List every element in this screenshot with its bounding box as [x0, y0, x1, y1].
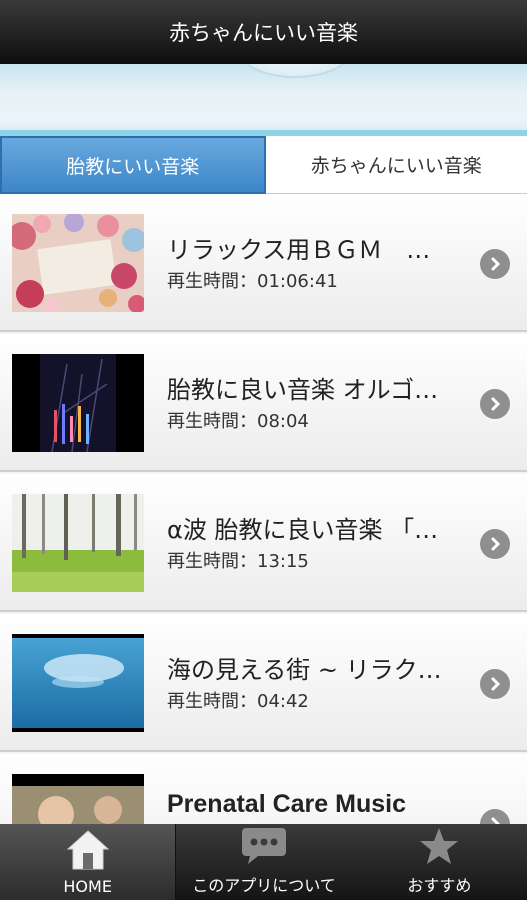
video-title: α波 胎教に良い音楽 「…	[167, 516, 439, 544]
duration-label: 再生時間：	[167, 411, 257, 432]
nav-label: このアプリについて	[192, 876, 336, 895]
duration-label: 再生時間：	[167, 271, 257, 292]
duration-label: 再生時間：	[167, 691, 257, 712]
app-title: 赤ちゃんにいい音楽	[169, 21, 358, 45]
list-item[interactable]: α波 胎教に良い音楽 「… 再生時間：13:15	[0, 474, 527, 612]
nav-label: HOME	[63, 877, 112, 896]
tab-prenatal-music[interactable]: 胎教にいい音楽	[0, 136, 266, 194]
video-thumbnail	[12, 774, 144, 824]
chevron-right-icon[interactable]	[480, 809, 510, 824]
nav-home[interactable]: HOME	[0, 824, 177, 900]
list-item[interactable]: リラックス用ＢＧＭ … 再生時間：01:06:41	[0, 194, 527, 332]
nav-label: おすすめ	[407, 876, 472, 895]
chat-bubble-icon	[240, 826, 288, 870]
bottom-navigation: HOME このアプリについて おすすめ	[0, 824, 527, 900]
video-duration: 再生時間：13:15	[167, 547, 309, 573]
tab-label: 胎教にいい音楽	[66, 155, 200, 178]
video-title: リラックス用ＢＧＭ …	[167, 236, 431, 264]
chevron-right-icon[interactable]	[480, 249, 510, 279]
video-duration: 再生時間：01:06:41	[167, 267, 338, 293]
duration-value: 01:06:41	[257, 271, 338, 292]
video-title: 海の見える街 ~ リラク…	[167, 656, 442, 684]
category-tabs: 胎教にいい音楽 赤ちゃんにいい音楽	[0, 136, 527, 194]
header-banner	[0, 64, 527, 136]
nav-recommended[interactable]: おすすめ	[352, 824, 527, 900]
tab-label: 赤ちゃんにいい音楽	[310, 155, 482, 177]
video-title: Prenatal Care Music	[167, 790, 406, 818]
nav-about-app[interactable]: このアプリについて	[176, 824, 351, 900]
chevron-right-icon[interactable]	[480, 669, 510, 699]
video-thumbnail	[12, 214, 144, 312]
duration-value: 04:42	[257, 691, 309, 712]
duration-label: 再生時間：	[167, 551, 257, 572]
chevron-right-icon[interactable]	[480, 389, 510, 419]
video-thumbnail	[12, 494, 144, 592]
video-thumbnail	[12, 354, 144, 452]
duration-value: 08:04	[257, 411, 309, 432]
tab-baby-music[interactable]: 赤ちゃんにいい音楽	[265, 136, 527, 194]
chevron-right-icon[interactable]	[480, 529, 510, 559]
title-bar: 赤ちゃんにいい音楽	[0, 0, 527, 64]
banner-disc-graphic	[238, 64, 352, 78]
list-item[interactable]: Prenatal Care Music	[0, 754, 527, 824]
star-icon	[418, 826, 460, 870]
video-list: リラックス用ＢＧＭ … 再生時間：01:06:41 胎教に良い音楽 オルゴ… 再…	[0, 194, 527, 824]
video-title: 胎教に良い音楽 オルゴ…	[167, 376, 439, 404]
duration-value: 13:15	[257, 551, 309, 572]
video-duration: 再生時間：04:42	[167, 687, 309, 713]
video-duration: 再生時間：08:04	[167, 407, 309, 433]
video-thumbnail	[12, 634, 144, 732]
list-item[interactable]: 胎教に良い音楽 オルゴ… 再生時間：08:04	[0, 334, 527, 472]
list-item[interactable]: 海の見える街 ~ リラク… 再生時間：04:42	[0, 614, 527, 752]
home-icon	[66, 829, 110, 875]
